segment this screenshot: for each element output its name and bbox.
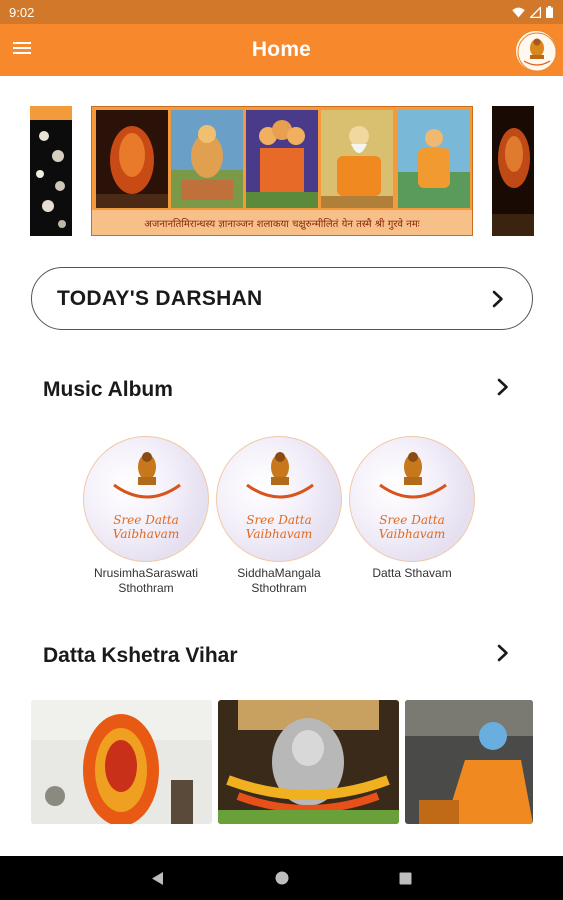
kshetra-more-button[interactable]	[493, 640, 513, 671]
wifi-icon	[512, 7, 525, 17]
status-bar: 9:02	[0, 0, 563, 24]
page-title: Home	[251, 38, 312, 61]
album-cover: Sree Datta Vaibhavam	[83, 436, 209, 562]
chevron-right-icon	[497, 378, 508, 396]
album-cover-text: Sree Datta Vaibhavam	[245, 513, 313, 541]
status-time: 9:02	[9, 4, 35, 20]
banner-deity-image-1	[96, 110, 168, 208]
menu-icon[interactable]	[13, 39, 35, 61]
album-cover: Sree Datta Vaibhavam	[349, 436, 475, 562]
todays-darshan-button[interactable]: TODAY'S DARSHAN	[31, 267, 533, 330]
banner-deity-image-4	[321, 110, 393, 208]
album-item[interactable]: Sree Datta Vaibhavam SiddhaMangala Sthot…	[216, 436, 342, 596]
home-icon[interactable]	[270, 866, 294, 890]
music-album-list: Sree Datta Vaibhavam NrusimhaSaraswati S…	[83, 436, 475, 596]
section-title: Music Album	[43, 377, 173, 401]
recents-icon[interactable]	[394, 866, 418, 890]
banner-slide[interactable]: अजनानतिमिरान्धस्य ज्ञानाञ्जन शलाकया चक्ष…	[91, 106, 473, 236]
album-cover-text: Sree Datta Vaibhavam	[378, 513, 446, 541]
kshetra-header: Datta Kshetra Vihar	[43, 640, 513, 671]
banner-carousel[interactable]: अजनानतिमिरान्धस्य ज्ञानाञ्जन शलाकया चक्ष…	[0, 106, 563, 236]
kshetra-list	[31, 700, 533, 824]
todays-darshan-label: TODAY'S DARSHAN	[57, 286, 263, 310]
album-cover: Sree Datta Vaibhavam	[216, 436, 342, 562]
music-album-header: Music Album	[43, 374, 513, 405]
section-title: Datta Kshetra Vihar	[43, 643, 238, 667]
album-item[interactable]: Sree Datta Vaibhavam NrusimhaSaraswati S…	[83, 436, 209, 596]
app-bar: Home	[0, 24, 563, 76]
banner-caption: अजनानतिमिरान्धस्य ज्ञानाञ्जन शलाकया चक्ष…	[92, 210, 472, 235]
system-nav-bar	[0, 856, 563, 900]
banner-deity-image-2	[171, 110, 243, 208]
music-album-more-button[interactable]	[493, 374, 513, 405]
banner-previous-slide[interactable]	[30, 106, 72, 236]
album-title: SiddhaMangala Sthothram	[237, 566, 321, 595]
kshetra-item[interactable]	[218, 700, 399, 824]
chevron-right-icon	[492, 290, 503, 307]
signal-icon	[530, 6, 541, 18]
album-title: Datta Sthavam	[372, 566, 452, 580]
back-icon[interactable]	[146, 866, 170, 890]
kshetra-item[interactable]	[31, 700, 212, 824]
battery-icon	[546, 6, 553, 18]
album-cover-text: Sree Datta Vaibhavam	[112, 513, 180, 541]
chevron-right-icon	[497, 644, 508, 662]
app-logo[interactable]	[515, 30, 557, 72]
banner-deity-image-5	[398, 110, 470, 208]
status-icons	[512, 6, 553, 18]
album-item[interactable]: Sree Datta Vaibhavam Datta Sthavam	[349, 436, 475, 596]
banner-deity-image-3	[246, 110, 318, 208]
kshetra-item[interactable]	[405, 700, 533, 824]
banner-next-slide[interactable]	[492, 106, 534, 236]
album-title: NrusimhaSaraswati Sthothram	[93, 566, 199, 595]
